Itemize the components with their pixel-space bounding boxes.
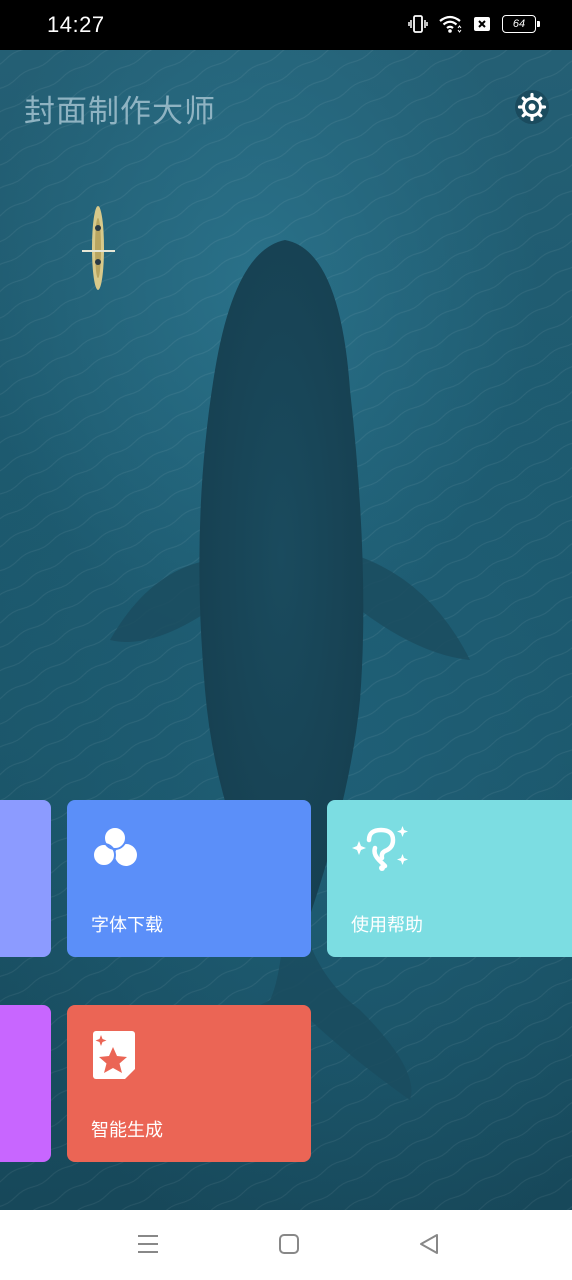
tile-label: 字体下载 [91,915,163,936]
tile-partial-left-bottom[interactable] [0,1005,51,1162]
smart-generate-tile[interactable]: 智能生成 [67,1005,311,1162]
menu-icon[interactable] [137,1232,159,1256]
no-sim-icon [474,17,490,31]
font-download-icon [92,826,137,867]
status-bar: 14:27 64 [0,0,572,50]
battery-icon: 64 [502,15,540,33]
gear-icon [515,90,549,124]
settings-button[interactable] [513,88,551,126]
tile-label: 智能生成 [91,1120,163,1141]
home-icon[interactable] [278,1232,300,1256]
status-time: 14:27 [47,12,105,37]
system-nav-bar [0,1210,572,1280]
battery-level: 64 [512,18,526,30]
magic-star-icon [93,1031,135,1079]
back-icon[interactable] [418,1232,440,1256]
tile-label: 使用帮助 [351,915,423,936]
tile-partial-left-top[interactable] [0,800,51,957]
help-tile[interactable]: 使用帮助 [327,800,572,957]
vibrate-icon [408,15,428,33]
status-icons: 64 [408,14,540,34]
app-title: 封面制作大师 [24,94,216,130]
font-download-tile[interactable]: 字体下载 [67,800,311,957]
help-sparkle-icon [352,826,408,871]
wifi-icon [439,15,462,33]
